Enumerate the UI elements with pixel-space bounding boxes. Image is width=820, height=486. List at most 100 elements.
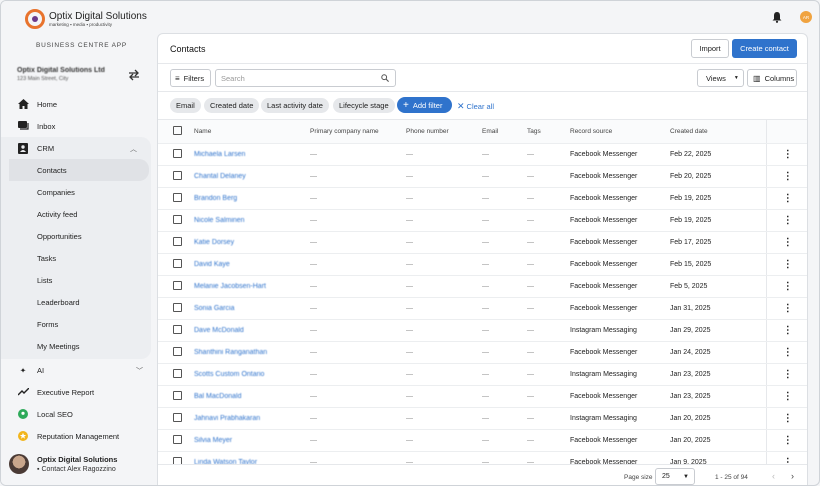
brand-logo[interactable]: Optix Digital Solutions marketing ▪ medi… [25,9,147,29]
row-checkbox[interactable] [173,302,182,312]
row-checkbox[interactable] [173,434,182,444]
account-avatar[interactable]: AR [800,11,812,23]
column-header-email[interactable]: Email [482,120,527,144]
sidebar-item-executive-report[interactable]: Executive Report [1,381,157,403]
filter-chip-created-date[interactable]: Created date [204,98,260,113]
row-actions-icon[interactable]: ⋮ [765,319,807,342]
notifications-bell-icon[interactable] [772,12,782,23]
chevron-right-icon[interactable]: › [791,471,794,481]
row-checkbox[interactable] [173,214,182,224]
row-actions-icon[interactable]: ⋮ [765,429,807,452]
row-actions-icon[interactable]: ⋮ [765,341,807,364]
sidebar-item-contacts[interactable]: Contacts [9,159,149,181]
chevron-up-icon[interactable]: ︿ [130,144,137,154]
chevron-down-icon[interactable]: ﹀ [136,366,143,376]
cell-name[interactable]: Shanthini Ranganathan [194,341,310,364]
row-actions-icon[interactable]: ⋮ [765,187,807,210]
table-row[interactable]: Sonia Garcia — — — — Facebook Messenger Jan 31… [158,297,807,320]
swap-account-icon[interactable] [128,69,140,81]
sidebar-item-opportunities[interactable]: Opportunities [1,225,151,247]
sidebar-item-tasks[interactable]: Tasks [1,247,151,269]
filters-button[interactable]: ≡ Filters [170,69,211,87]
row-actions-icon[interactable]: ⋮ [765,143,807,166]
table-row[interactable]: Jahnavi Prabhakaran — — — — Instagram Messagi… [158,407,807,430]
row-checkbox[interactable] [173,236,182,246]
create-contact-button[interactable]: Create contact [732,39,797,58]
cell-name[interactable]: Jahnavi Prabhakaran [194,407,310,430]
filter-chip-lifecycle-stage[interactable]: Lifecycle stage [333,98,395,113]
table-row[interactable]: Dave McDonald — — — — Instagram Messaging Jan … [158,319,807,342]
row-checkbox[interactable] [173,390,182,400]
row-checkbox[interactable] [173,346,182,356]
columns-button[interactable]: ▥ Columns [747,69,797,87]
cell-name[interactable]: Nicole Salminen [194,209,310,232]
sidebar-item-companies[interactable]: Companies [1,181,151,203]
column-header-tags[interactable]: Tags [527,120,570,144]
table-row[interactable]: Scotts Custom Ontario — — — — Instagram Messa… [158,363,807,386]
table-row[interactable]: Katie Dorsey — — — — Facebook Messenger Feb 17… [158,231,807,254]
sidebar-item-my-meetings[interactable]: My Meetings [1,335,151,357]
sidebar-item-home[interactable]: Home [1,93,157,115]
table-row[interactable]: Melanie Jacobsen-Hart — — — — Facebook Messen… [158,275,807,298]
account-switcher[interactable]: Optix Digital Solutions Ltd 123 Main Str… [17,67,117,82]
table-row[interactable]: Silvia Meyer — — — — Facebook Messenger Jan 20… [158,429,807,452]
cell-name[interactable]: Michaela Larsen [194,143,310,166]
search-input[interactable] [215,69,396,87]
row-actions-icon[interactable]: ⋮ [765,165,807,188]
sidebar-item-forms[interactable]: Forms [1,313,151,335]
select-all-checkbox[interactable] [173,125,182,135]
column-header-phone[interactable]: Phone number [406,120,482,144]
table-row[interactable]: Nicole Salminen — — — — Facebook Messenger Feb… [158,209,807,232]
cell-name[interactable]: Silvia Meyer [194,429,310,452]
sidebar-item-local-seo[interactable]: Local SEO [1,403,157,425]
sidebar-item-ai[interactable]: ✦ AI ﹀ [1,359,157,381]
row-actions-icon[interactable]: ⋮ [765,297,807,320]
table-row[interactable]: Chantal Delaney — — — — Facebook Messenger Feb… [158,165,807,188]
sidebar-item-lists[interactable]: Lists [1,269,151,291]
table-row[interactable]: Bal MacDonald — — — — Facebook Messenger Jan 2… [158,385,807,408]
row-checkbox[interactable] [173,412,182,422]
cell-name[interactable]: Melanie Jacobsen-Hart [194,275,310,298]
row-checkbox[interactable] [173,280,182,290]
row-checkbox[interactable] [173,170,182,180]
column-header-record-source[interactable]: Record source [570,120,670,144]
cell-name[interactable]: Scotts Custom Ontario [194,363,310,386]
table-row[interactable]: Brandon Berg — — — — Facebook Messenger Feb 19… [158,187,807,210]
table-row[interactable]: David Kaye — — — — Facebook Messenger Feb 15, … [158,253,807,276]
search-icon[interactable] [381,74,389,82]
row-checkbox[interactable] [173,258,182,268]
table-row[interactable]: Michaela Larsen — — — — Facebook Messenger Feb… [158,143,807,166]
user-profile[interactable]: Optix Digital Solutions ▪ Contact Alex R… [9,454,117,474]
views-dropdown[interactable]: Views ▼ [697,69,744,87]
row-actions-icon[interactable]: ⋮ [765,253,807,276]
row-actions-icon[interactable]: ⋮ [765,407,807,430]
row-checkbox[interactable] [173,192,182,202]
cell-name[interactable]: Brandon Berg [194,187,310,210]
clear-all-button[interactable]: ✕ Clear all [457,101,494,112]
row-actions-icon[interactable]: ⋮ [765,209,807,232]
filter-chip-email[interactable]: Email [170,98,201,113]
cell-name[interactable]: Katie Dorsey [194,231,310,254]
row-actions-icon[interactable]: ⋮ [765,363,807,386]
sidebar-item-leaderboard[interactable]: Leaderboard [1,291,151,313]
cell-name[interactable]: Dave McDonald [194,319,310,342]
sidebar-item-reputation[interactable]: Reputation Management [1,425,157,447]
cell-name[interactable]: Sonia Garcia [194,297,310,320]
cell-name[interactable]: David Kaye [194,253,310,276]
row-actions-icon[interactable]: ⋮ [765,231,807,254]
sidebar-item-activity-feed[interactable]: Activity feed [1,203,151,225]
sidebar-item-inbox[interactable]: Inbox [1,115,157,137]
column-header-created-date[interactable]: Created date [670,120,766,144]
page-size-select[interactable]: 25 ▼ [655,468,695,485]
row-actions-icon[interactable]: ⋮ [765,275,807,298]
column-header-name[interactable]: Name [194,120,310,144]
row-checkbox[interactable] [173,368,182,378]
sidebar-item-crm[interactable]: CRM ︿ [1,137,151,159]
import-button[interactable]: Import [691,39,729,58]
filter-chip-last-activity[interactable]: Last activity date [261,98,329,113]
row-actions-icon[interactable]: ⋮ [765,385,807,408]
row-checkbox[interactable] [173,148,182,158]
chevron-left-icon[interactable]: ‹ [772,471,775,481]
column-header-company[interactable]: Primary company name [310,120,406,144]
add-filter-button[interactable]: + Add filter [397,97,452,113]
